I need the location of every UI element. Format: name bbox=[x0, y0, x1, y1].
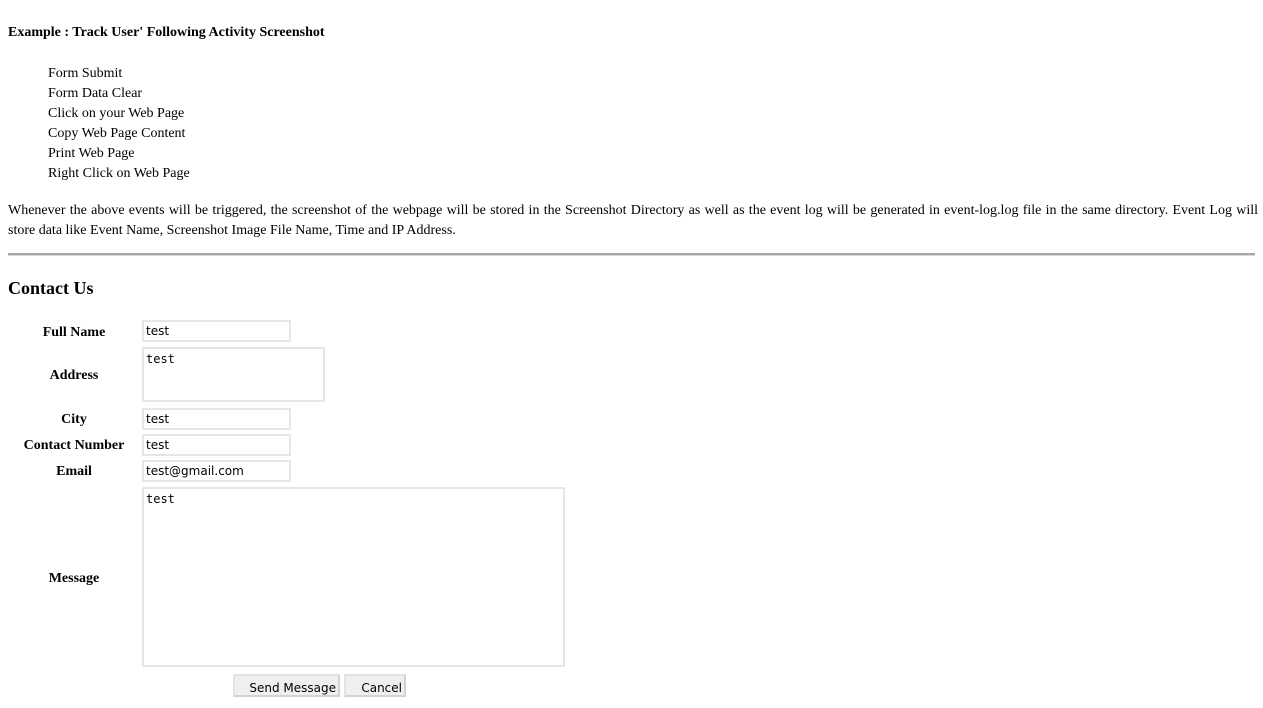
address-textarea[interactable]: test bbox=[142, 347, 325, 402]
horizontal-divider bbox=[8, 253, 1255, 256]
message-textarea[interactable]: test bbox=[142, 487, 565, 667]
list-item: Form Submit bbox=[48, 66, 123, 81]
list-item: Form Data Clear bbox=[48, 86, 143, 101]
full-name-input[interactable] bbox=[142, 320, 291, 342]
list-item: Right Click on Web Page bbox=[48, 166, 190, 181]
list-item: Copy Web Page Content bbox=[48, 126, 186, 141]
address-label: Address bbox=[49, 368, 99, 383]
contact-number-label: Contact Number bbox=[23, 438, 125, 453]
full-name-label: Full Name bbox=[42, 325, 106, 340]
page: Example : Track User' Following Activity… bbox=[0, 0, 1263, 708]
city-input[interactable] bbox=[142, 408, 291, 430]
message-label: Message bbox=[48, 571, 100, 586]
event-description: Whenever the above events will be trigge… bbox=[8, 203, 1258, 238]
contact-title: Contact Us bbox=[8, 278, 94, 298]
list-item: Print Web Page bbox=[48, 146, 135, 161]
list-item: Click on your Web Page bbox=[48, 106, 185, 121]
cancel-button[interactable]: Cancel bbox=[344, 674, 406, 697]
event-list: Form Submit Form Data Clear Click on you… bbox=[48, 65, 190, 185]
example-heading: Example : Track User' Following Activity… bbox=[8, 25, 325, 40]
city-label: City bbox=[61, 412, 87, 427]
email-label: Email bbox=[56, 464, 92, 479]
contact-number-input[interactable] bbox=[142, 434, 291, 456]
email-input[interactable] bbox=[142, 460, 291, 482]
send-message-button[interactable]: Send Message bbox=[233, 674, 340, 697]
